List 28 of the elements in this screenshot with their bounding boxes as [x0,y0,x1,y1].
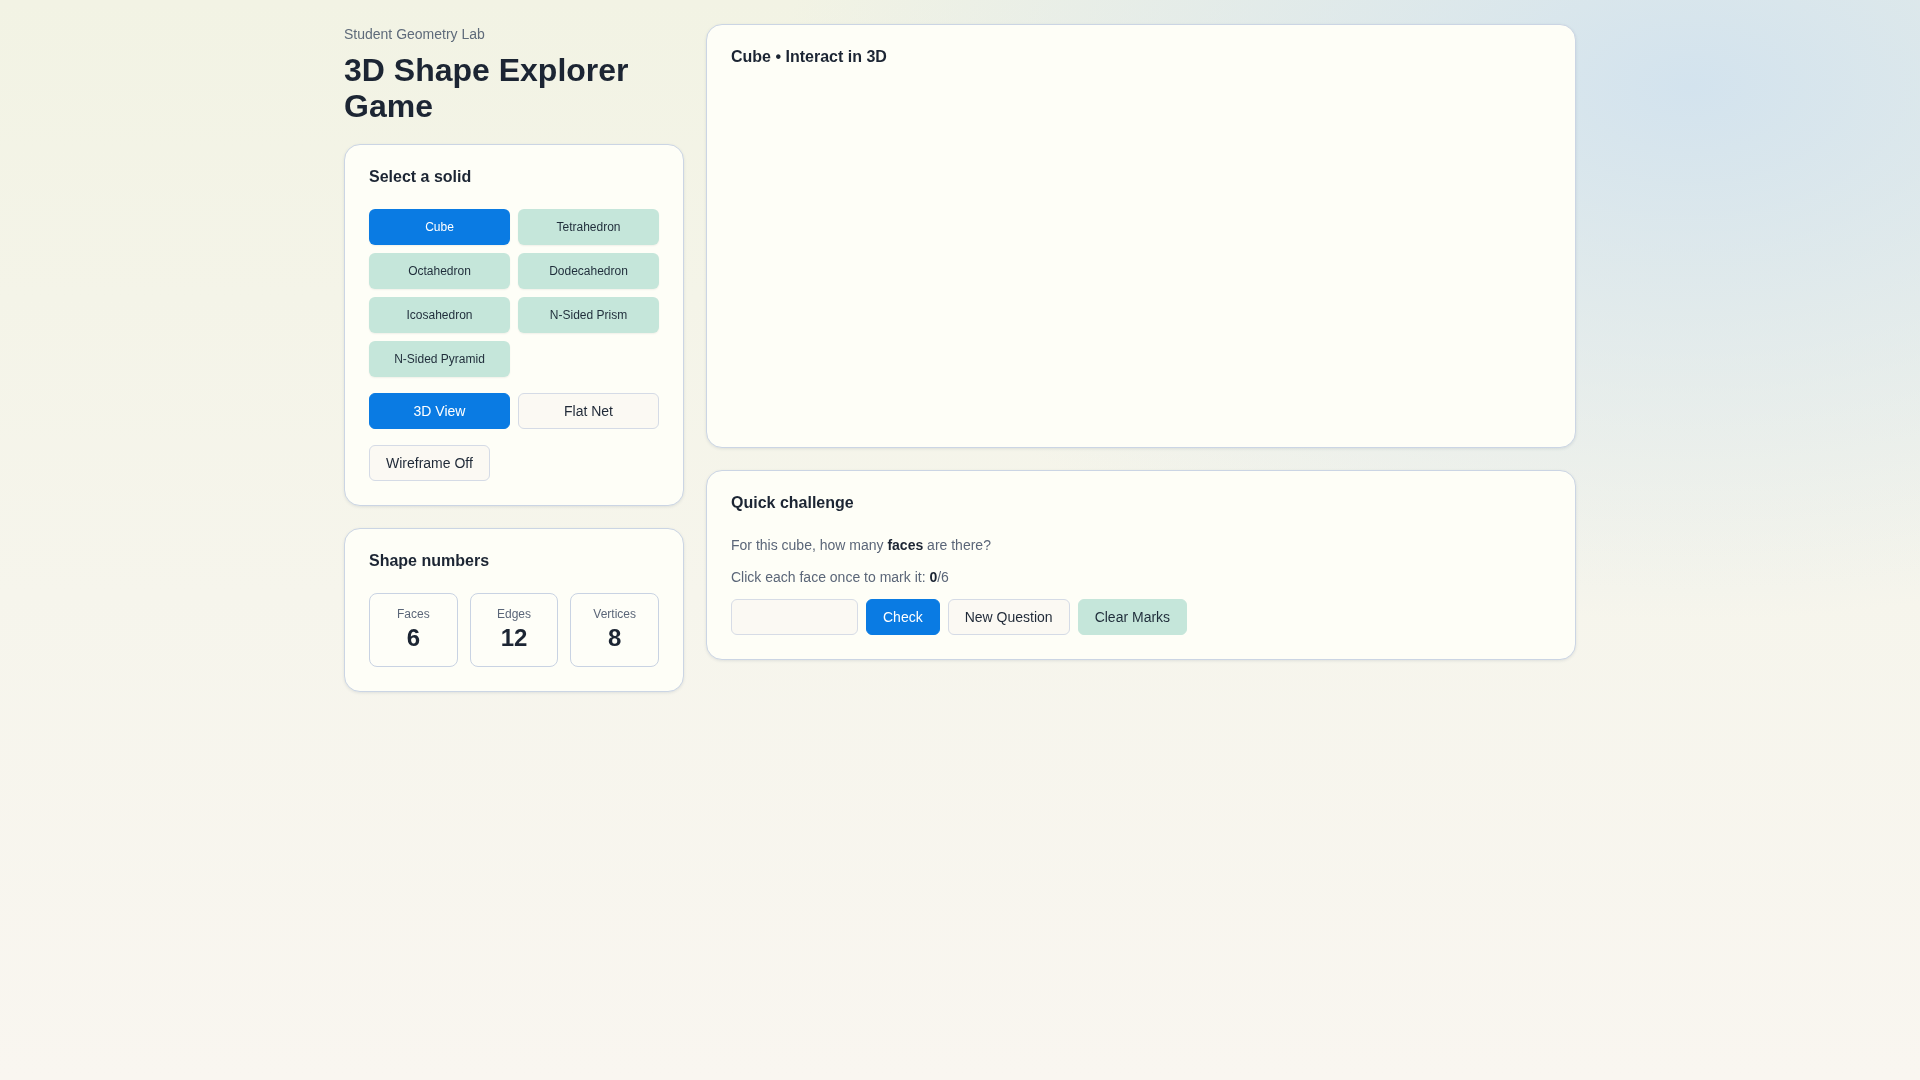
card-heading: Select a solid [369,167,473,187]
stat-value: 6 [406,623,420,653]
solid-option-button[interactable]: Tetrahedron [518,209,659,245]
viewer-title: Cube • Interact in 3D [731,47,888,67]
solid-option-button[interactable]: N-Sided Prism [518,297,659,333]
card-heading: Quick challenge [731,493,855,513]
eyebrow-text: Student Geometry Lab [344,25,486,44]
view-toggle-button[interactable]: 3D View [369,393,510,429]
card-heading: Shape numbers [369,551,491,571]
page-title: 3D Shape Explorer Game [344,52,630,124]
stat-label: Faces [397,606,430,622]
answer-field[interactable] [731,599,858,635]
clear-marks-button[interactable]: Clear Marks [1077,599,1188,635]
solid-option-button[interactable]: Dodecahedron [518,253,659,289]
new-question-button[interactable]: New Question [947,599,1070,635]
view-toggle-button[interactable]: Flat Net [518,393,659,429]
progress-text: Click each face once to mark it: 0/6 [731,568,950,587]
solid-option-button[interactable]: Octahedron [369,253,510,289]
stat-label: Vertices [593,606,636,622]
stat-value: 12 [500,623,528,653]
solid-option-button[interactable]: Cube [369,209,510,245]
stat-label: Edges [496,606,531,622]
check-button[interactable]: Check [866,599,940,635]
solid-option-button[interactable]: N-Sided Pyramid [369,341,510,377]
stat-value: 8 [607,623,622,653]
question-text: For this cube, how many faces are there? [731,536,992,555]
solid-option-button[interactable]: Icosahedron [369,297,510,333]
wireframe-toggle-button[interactable]: Wireframe Off [369,445,490,481]
